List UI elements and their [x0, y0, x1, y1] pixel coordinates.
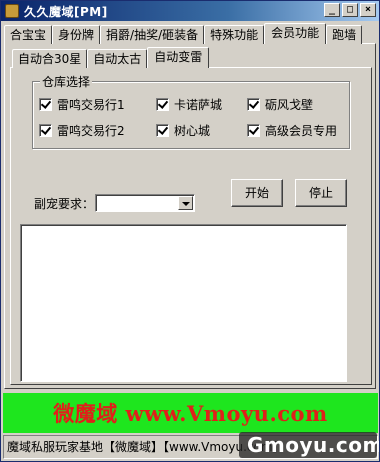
subtab-auto-bianlei[interactable]: 自动变雷 — [147, 47, 210, 68]
log-listbox[interactable] — [20, 224, 347, 382]
checkbox-kanuosa[interactable]: 卡诺萨城 — [156, 96, 222, 113]
subtab-auto-30star[interactable]: 自动合30星 — [12, 49, 88, 68]
checkbox-label: 砺风戈壁 — [265, 98, 314, 112]
sub-tabs: 自动合30星 自动太古 自动变雷 — [12, 47, 210, 68]
ad-banner[interactable]: 微魔域 www.Vmoyu.com — [3, 393, 378, 433]
pet-requirement-label: 副宠要求： — [34, 197, 95, 211]
checkbox-label: 高级会员专用 — [265, 124, 338, 138]
checkbox-box[interactable] — [156, 98, 169, 111]
app-window: 久久魔域[PM] _ □ × 合宝宝 身份牌 捐爵/抽奖/砸装备 特殊功能 会员… — [0, 0, 380, 462]
checkbox-leiming1[interactable]: 雷鸣交易行1 — [39, 96, 125, 113]
maximize-button[interactable]: □ — [342, 3, 358, 17]
checkbox-label: 树心城 — [174, 124, 211, 138]
banner-text: 微魔域 www.Vmoyu.com — [53, 401, 328, 426]
checkbox-box[interactable] — [247, 98, 260, 111]
tab-member[interactable]: 会员功能 — [264, 23, 327, 44]
close-button[interactable]: × — [360, 3, 376, 17]
pet-requirement-select[interactable] — [95, 194, 195, 212]
tab-juanjue[interactable]: 捐爵/抽奖/砸装备 — [100, 25, 205, 44]
checkbox-label: 雷鸣交易行1 — [57, 98, 125, 112]
checkbox-label: 雷鸣交易行2 — [57, 124, 125, 138]
start-button[interactable]: 开始 — [231, 179, 283, 207]
checkbox-box[interactable] — [39, 98, 52, 111]
checkbox-lifeng[interactable]: 砺风戈壁 — [247, 96, 313, 113]
checkbox-box[interactable] — [39, 124, 52, 137]
main-tabs: 合宝宝 身份牌 捐爵/抽奖/砸装备 特殊功能 会员功能 跑墙 — [4, 23, 363, 44]
checkbox-box[interactable] — [156, 124, 169, 137]
chevron-down-icon[interactable] — [178, 196, 193, 210]
stop-button[interactable]: 停止 — [295, 179, 347, 207]
window-title: 久久魔域[PM] — [24, 4, 108, 19]
tab-shenfenpai[interactable]: 身份牌 — [52, 25, 101, 44]
subtab-auto-taigu[interactable]: 自动太古 — [87, 49, 148, 68]
checkbox-label: 卡诺萨城 — [174, 98, 223, 112]
app-icon — [5, 4, 19, 18]
warehouse-group-title: 仓库选择 — [40, 73, 93, 90]
title-bar[interactable]: 久久魔域[PM] _ □ × — [1, 1, 379, 21]
checkbox-shuxin[interactable]: 树心城 — [156, 122, 210, 139]
checkbox-box[interactable] — [247, 124, 260, 137]
watermark: Gmoyu.com — [239, 432, 379, 458]
tab-special[interactable]: 特殊功能 — [204, 25, 265, 44]
checkbox-vip[interactable]: 高级会员专用 — [247, 122, 337, 139]
tab-paoqiang[interactable]: 跑墙 — [326, 25, 363, 44]
minimize-button[interactable]: _ — [324, 3, 340, 17]
tab-hebaobao[interactable]: 合宝宝 — [4, 25, 53, 44]
checkbox-leiming2[interactable]: 雷鸣交易行2 — [39, 122, 125, 139]
window-controls: _ □ × — [324, 3, 376, 17]
